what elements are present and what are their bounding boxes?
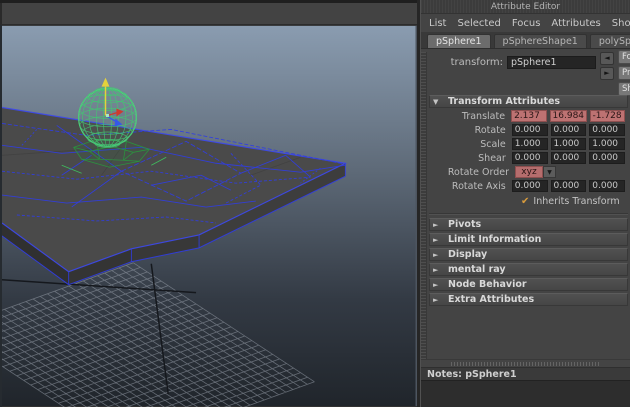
inherits-transform-checkbox[interactable]: ✔ [521, 196, 529, 207]
section-separator [429, 213, 628, 215]
section-limit-information[interactable]: ► Limit Information [429, 233, 628, 246]
attribute-editor-header-row: transform: pSphere1 ◄ ► Focus Presets Sh… [421, 49, 630, 93]
rotate-row: Rotate 0.000 0.000 0.000 [429, 123, 628, 137]
section-collapsed-icon: ► [433, 236, 441, 244]
notes-resize-handle-row [421, 359, 630, 367]
section-title: Display [448, 249, 487, 260]
shear-label: Shear [429, 153, 512, 164]
sphere-object[interactable] [79, 88, 137, 148]
rotate-order-label: Rotate Order [429, 167, 515, 178]
menu-list[interactable]: List [429, 18, 446, 29]
scale-y-field[interactable]: 1.000 [551, 138, 587, 150]
maya-application-window: Attribute Editor List Selected Focus Att… [0, 0, 630, 407]
shear-x-field[interactable]: 0.000 [512, 152, 548, 164]
rotate-order-dropdown[interactable]: xyz [515, 166, 543, 178]
focus-button[interactable]: Focus [618, 50, 630, 64]
section-transform-attributes[interactable]: ▼ Transform Attributes [429, 95, 628, 108]
rotate-order-row: Rotate Order xyz ▼ [429, 165, 628, 179]
notes-textarea[interactable] [421, 380, 630, 407]
rotate-axis-row: Rotate Axis 0.000 0.000 0.000 [429, 179, 628, 193]
section-collapsed-icon: ► [433, 281, 441, 289]
section-title: Node Behavior [448, 279, 527, 290]
attribute-editor-panel: Attribute Editor List Selected Focus Att… [421, 0, 630, 407]
rotate-axis-x-field[interactable]: 0.000 [512, 180, 548, 192]
inherits-transform-label: Inherits Transform [533, 196, 619, 207]
attribute-editor-tabbar: pSphere1 pSphereShape1 polySphere1 initi… [421, 32, 630, 49]
section-expanded-icon: ▼ [433, 98, 441, 106]
shear-y-field[interactable]: 0.000 [551, 152, 587, 164]
section-title: Transform Attributes [448, 96, 560, 107]
rotate-axis-label: Rotate Axis [429, 181, 512, 192]
section-collapsed-icon: ► [433, 266, 441, 274]
viewport-3d-scene[interactable] [0, 25, 417, 407]
section-collapsed-icon: ► [433, 251, 441, 259]
section-collapsed-icon: ► [433, 296, 441, 304]
menu-attributes[interactable]: Attributes [551, 18, 600, 29]
section-collapsed-icon: ► [433, 221, 441, 229]
rotate-label: Rotate [429, 125, 512, 136]
rotate-axis-y-field[interactable]: 0.000 [551, 180, 587, 192]
rotate-axis-z-field[interactable]: 0.000 [589, 180, 625, 192]
section-extra-attributes[interactable]: ► Extra Attributes [429, 293, 628, 306]
attribute-editor-title: Attribute Editor [421, 0, 630, 14]
translate-z-field[interactable]: -1.728 [590, 110, 625, 122]
translate-row: Translate 2.137 16.984 -1.728 [429, 109, 628, 123]
section-title: Limit Information [448, 234, 541, 245]
tab-psphere1[interactable]: pSphere1 [427, 34, 491, 48]
section-title: mental ray [448, 264, 506, 275]
move-manipulator-center-handle [106, 114, 109, 117]
scale-z-field[interactable]: 1.000 [589, 138, 625, 150]
rotate-x-field[interactable]: 0.000 [512, 124, 548, 136]
shear-row: Shear 0.000 0.000 0.000 [429, 151, 628, 165]
notes-resize-handle[interactable] [451, 362, 601, 366]
attribute-editor-drag-strip[interactable] [421, 52, 427, 359]
rotate-y-field[interactable]: 0.000 [551, 124, 587, 136]
attribute-editor-menubar: List Selected Focus Attributes Show Help [421, 14, 630, 32]
menu-show[interactable]: Show [612, 18, 630, 29]
menu-selected[interactable]: Selected [457, 18, 500, 29]
section-mental-ray[interactable]: ► mental ray [429, 263, 628, 276]
attribute-editor-content: ▼ Transform Attributes Translate 2.137 1… [421, 93, 630, 359]
dropdown-arrow-icon[interactable]: ▼ [543, 166, 556, 178]
nav-forward-button[interactable]: ► [600, 67, 614, 80]
inherits-transform-row: ✔ Inherits Transform [521, 195, 628, 207]
presets-button[interactable]: Presets [618, 66, 630, 80]
nav-back-button[interactable]: ◄ [600, 52, 614, 65]
section-title: Extra Attributes [448, 294, 534, 305]
section-node-behavior[interactable]: ► Node Behavior [429, 278, 628, 291]
section-pivots[interactable]: ► Pivots [429, 218, 628, 231]
notes-header: Notes: pSphere1 [421, 367, 630, 380]
translate-label: Translate [429, 111, 511, 122]
shear-z-field[interactable]: 0.000 [589, 152, 625, 164]
tab-psphereshape1[interactable]: pSphereShape1 [494, 34, 587, 48]
transform-field-label: transform: [421, 57, 507, 68]
scale-label: Scale [429, 139, 512, 150]
section-title: Pivots [448, 219, 481, 230]
scale-row: Scale 1.000 1.000 1.000 [429, 137, 628, 151]
tab-polysphere1[interactable]: polySphere1 [590, 34, 630, 48]
section-display[interactable]: ► Display [429, 248, 628, 261]
translate-y-field[interactable]: 16.984 [550, 110, 587, 122]
translate-x-field[interactable]: 2.137 [511, 110, 546, 122]
menu-focus[interactable]: Focus [512, 18, 541, 29]
scale-x-field[interactable]: 1.000 [512, 138, 548, 150]
viewport-panel [0, 0, 417, 407]
transform-name-field[interactable]: pSphere1 [507, 56, 596, 69]
rotate-z-field[interactable]: 0.000 [589, 124, 625, 136]
viewport-toolbar [0, 3, 417, 25]
